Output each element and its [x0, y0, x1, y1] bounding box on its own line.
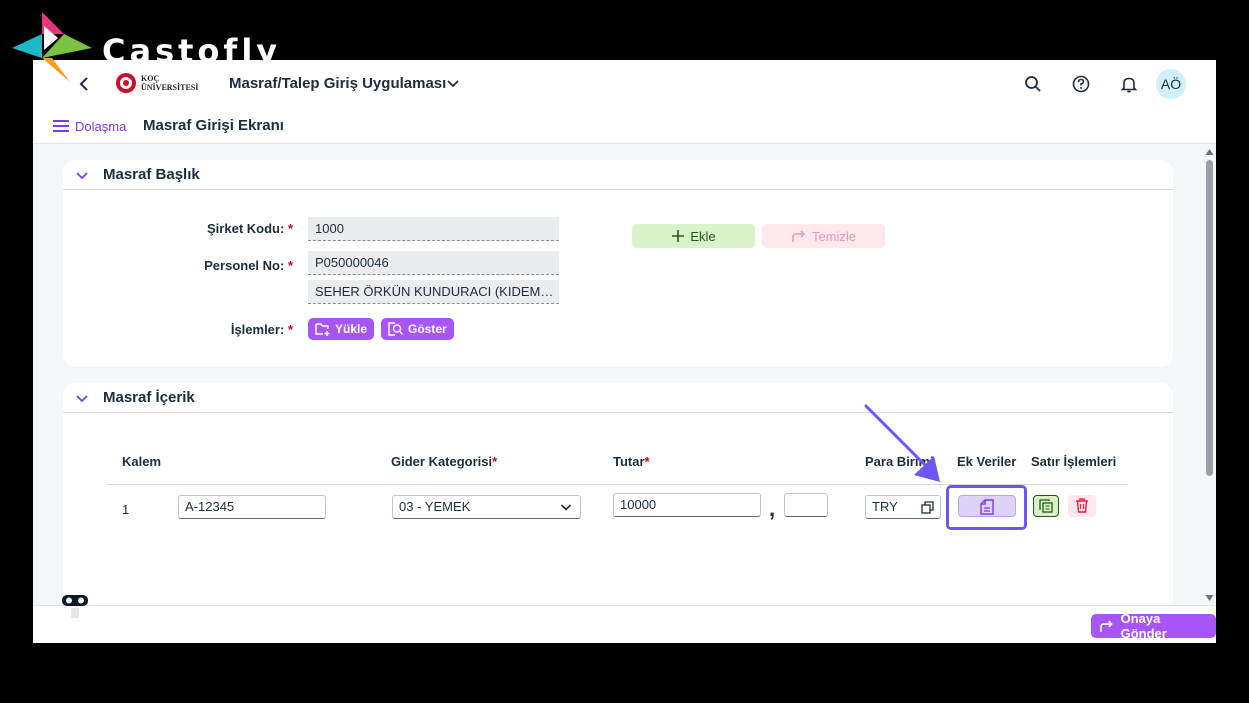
- hamburger-menu-icon: [53, 120, 69, 132]
- currency-field[interactable]: TRY: [865, 495, 941, 519]
- navigation-label: Dolaşma: [75, 118, 127, 134]
- scroll-down-icon[interactable]: [1205, 594, 1214, 602]
- send-for-approval-button[interactable]: Onaya Gönder: [1091, 611, 1216, 641]
- row-index: 1: [122, 502, 130, 517]
- expense-header-title: Masraf Başlık: [103, 166, 200, 183]
- expense-header-panel: Masraf Başlık Şirket Kodu: * 1000 Person…: [63, 160, 1173, 367]
- category-select[interactable]: 03 - YEMEK: [392, 495, 581, 519]
- column-header-row-operations: Satır İşlemleri: [1031, 454, 1117, 469]
- footer-bar: Onaya Gönder: [33, 605, 1216, 643]
- castofly-wordmark: Castofly: [102, 32, 282, 70]
- show-button[interactable]: Göster: [381, 318, 454, 340]
- castofly-logo: Castofly: [12, 12, 282, 84]
- decimal-input[interactable]: [784, 493, 828, 517]
- app-window: KOÇ ÜNİVERSİTESİ Masraf/Talep Giriş Uygu…: [33, 60, 1216, 643]
- column-header-amount: Tutar*: [613, 454, 650, 469]
- operations-label: İşlemler: *: [230, 322, 293, 337]
- redo-icon: [792, 230, 806, 242]
- sub-header: Dolaşma Masraf Girişi Ekranı: [33, 108, 1216, 144]
- chevron-down-icon: [560, 504, 572, 511]
- clear-button[interactable]: Temizle: [762, 224, 885, 248]
- upload-button[interactable]: Yükle: [308, 318, 375, 340]
- help-icon[interactable]: [1071, 74, 1091, 94]
- expense-content-panel-header[interactable]: Masraf İçerik: [63, 383, 1173, 413]
- expense-content-panel: Masraf İçerik Kalem Gider Kategorisi* Tu…: [63, 383, 1173, 623]
- duplicate-icon: [1039, 499, 1053, 513]
- column-header-extra-data: Ek Veriler: [957, 454, 1017, 469]
- search-icon[interactable]: [1023, 74, 1043, 94]
- navigation-button[interactable]: Dolaşma: [53, 117, 126, 135]
- extra-data-button[interactable]: [958, 495, 1016, 517]
- expense-content-title: Masraf İçerik: [103, 389, 195, 406]
- scroll-up-icon[interactable]: [1205, 148, 1214, 156]
- search-document-icon: [388, 322, 404, 336]
- add-button[interactable]: Ekle: [632, 224, 755, 248]
- assistant-bot-icon[interactable]: [61, 595, 89, 619]
- chevron-down-icon[interactable]: [446, 76, 460, 90]
- expense-header-panel-header[interactable]: Masraf Başlık: [63, 160, 1173, 190]
- decimal-separator: ,: [769, 496, 776, 521]
- personnel-name-field: SEHER ÖRKÜN KUNDURACI (KIDEMLI...: [308, 280, 559, 304]
- kalem-input[interactable]: A-12345: [178, 495, 326, 519]
- column-header-category: Gider Kategorisi*: [391, 454, 498, 469]
- castofly-logo-icon: [12, 12, 92, 82]
- chevron-down-icon[interactable]: [75, 391, 89, 405]
- copy-row-button[interactable]: [1033, 495, 1059, 517]
- chevron-down-icon[interactable]: [75, 168, 89, 182]
- trash-icon: [1076, 498, 1088, 513]
- scrollbar-thumb[interactable]: [1206, 160, 1213, 476]
- avatar[interactable]: AÖ: [1156, 69, 1186, 99]
- amount-input[interactable]: 10000: [613, 493, 761, 517]
- tutorial-arrow-icon: [864, 404, 940, 482]
- delete-row-button[interactable]: [1068, 495, 1096, 517]
- bell-icon[interactable]: [1119, 74, 1139, 94]
- company-code-label: Şirket Kodu: *: [207, 221, 293, 236]
- plus-icon: [672, 230, 685, 242]
- personnel-no-label: Personel No: *: [204, 258, 293, 273]
- copy-icon[interactable]: [921, 501, 934, 514]
- personnel-no-field[interactable]: P050000046: [308, 251, 559, 275]
- folder-plus-icon: [315, 323, 330, 336]
- column-header-kalem: Kalem: [122, 454, 162, 469]
- logo-line-2: ÜNİVERSİTESİ: [141, 83, 199, 92]
- page-title: Masraf Girişi Ekranı: [143, 117, 284, 134]
- forward-arrow-icon: [1100, 620, 1113, 632]
- company-code-field[interactable]: 1000: [308, 217, 559, 241]
- document-icon: [980, 499, 994, 515]
- vertical-scrollbar[interactable]: [1203, 146, 1216, 605]
